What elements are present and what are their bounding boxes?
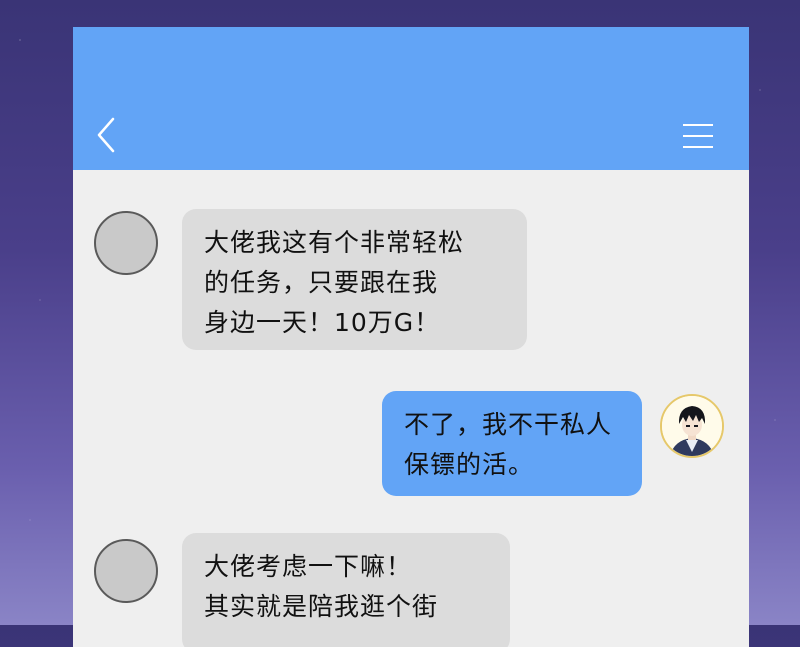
back-button[interactable] <box>93 115 123 155</box>
message-line: 保镖的活。 <box>404 450 535 479</box>
message-line: 大佬我这有个非常轻松 <box>204 228 465 257</box>
contact-avatar[interactable] <box>94 539 158 603</box>
contact-avatar[interactable] <box>94 211 158 275</box>
user-avatar[interactable] <box>660 394 724 458</box>
chevron-left-icon <box>97 117 115 153</box>
menu-button[interactable] <box>681 121 715 151</box>
message-bubble-incoming: 大佬我这有个非常轻松 的任务，只要跟在我 身边一天！10万G！ <box>182 209 527 350</box>
message-line: 身边一天！10万G！ <box>204 308 441 337</box>
message-bubble-outgoing: 不了，我不干私人 保镖的活。 <box>382 391 642 496</box>
message-line: 大佬考虑一下嘛！ <box>204 552 413 581</box>
message-line: 不了，我不干私人 <box>404 410 613 439</box>
message-bubble-incoming: 大佬考虑一下嘛！ 其实就是陪我逛个街 <box>182 533 510 647</box>
message-line: 的任务，只要跟在我 <box>204 268 439 297</box>
message-line: 其实就是陪我逛个街 <box>204 592 439 621</box>
chat-header <box>73 27 749 170</box>
anime-character-avatar-image <box>662 396 722 456</box>
chat-window: 大佬我这有个非常轻松 的任务，只要跟在我 身边一天！10万G！ 不了，我不干私人… <box>73 27 749 647</box>
hamburger-menu-icon <box>683 124 713 148</box>
